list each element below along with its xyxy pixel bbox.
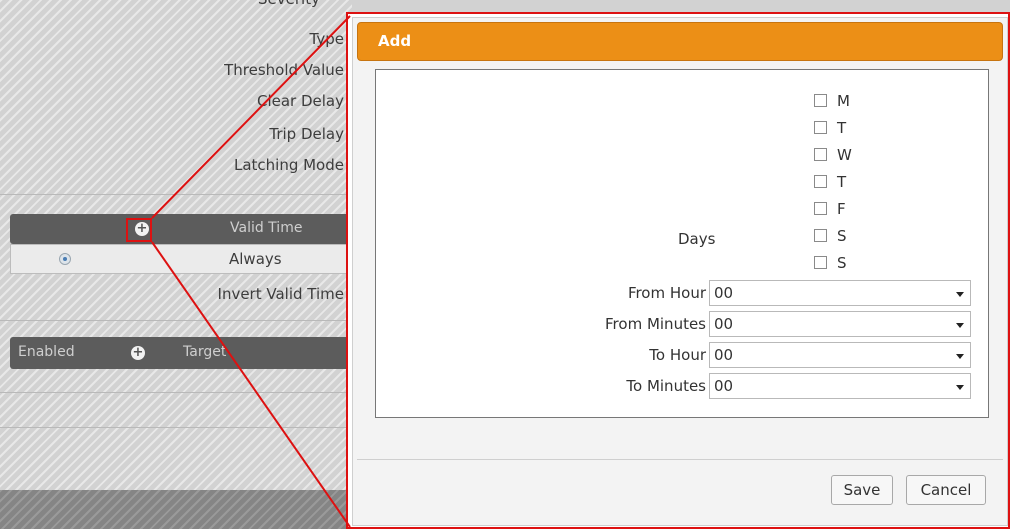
day-label: F	[837, 200, 846, 218]
to-hour-select[interactable]: 00	[709, 342, 971, 368]
latching-mode-label: Latching Mode	[233, 156, 344, 174]
divider	[0, 392, 352, 393]
add-target-icon[interactable]: +	[131, 346, 145, 360]
save-button[interactable]: Save	[831, 475, 893, 505]
day-label: W	[837, 146, 852, 164]
from-minutes-select[interactable]: 00	[709, 311, 971, 337]
highlight-box	[126, 218, 152, 242]
severity-label: Severity	[258, 0, 320, 8]
target-header-bar: Enabled + Target	[10, 337, 352, 369]
enabled-header: Enabled	[18, 344, 75, 360]
day-label: S	[837, 254, 847, 272]
divider	[0, 194, 352, 195]
from-minutes-value: 00	[714, 315, 734, 333]
chevron-down-icon	[956, 292, 964, 297]
to-minutes-label: To Minutes	[626, 377, 706, 395]
friday-checkbox[interactable]	[814, 202, 827, 215]
cancel-button[interactable]: Cancel	[906, 475, 986, 505]
days-label: Days	[678, 230, 716, 248]
from-hour-select[interactable]: 00	[709, 280, 971, 306]
clear-delay-label: Clear Delay	[256, 92, 344, 110]
invert-valid-time-label: Invert Valid Time	[217, 285, 344, 303]
target-header: Target	[183, 344, 227, 360]
day-label: T	[837, 119, 847, 137]
chevron-down-icon	[956, 385, 964, 390]
trip-delay-label: Trip Delay	[269, 125, 344, 143]
chevron-down-icon	[956, 354, 964, 359]
always-row[interactable]: Always	[10, 244, 352, 274]
add-dialog: Add Days M T W T F S S From Hour 00 From…	[352, 17, 1008, 526]
dialog-title: Add	[357, 22, 1003, 61]
divider	[0, 320, 352, 321]
day-label: M	[837, 92, 850, 110]
day-label: T	[837, 173, 847, 191]
to-hour-value: 00	[714, 346, 734, 364]
from-hour-label: From Hour	[627, 284, 706, 302]
to-minutes-select[interactable]: 00	[709, 373, 971, 399]
threshold-value-label: Threshold Value	[224, 61, 344, 79]
sunday-checkbox[interactable]	[814, 256, 827, 269]
monday-checkbox[interactable]	[814, 94, 827, 107]
day-label: S	[837, 227, 847, 245]
divider	[0, 427, 352, 428]
background-footer	[0, 490, 352, 529]
valid-time-header-bar: + Valid Time	[10, 214, 352, 244]
thursday-checkbox[interactable]	[814, 175, 827, 188]
from-hour-value: 00	[714, 284, 734, 302]
saturday-checkbox[interactable]	[814, 229, 827, 242]
tuesday-checkbox[interactable]	[814, 121, 827, 134]
type-label: Type	[309, 30, 344, 48]
always-label: Always	[229, 250, 282, 268]
form-box: Days M T W T F S S From Hour 00 From Min…	[375, 69, 989, 418]
from-minutes-label: From Minutes	[605, 315, 706, 333]
dialog-divider	[357, 459, 1003, 460]
chevron-down-icon	[956, 323, 964, 328]
to-minutes-value: 00	[714, 377, 734, 395]
wednesday-checkbox[interactable]	[814, 148, 827, 161]
to-hour-label: To Hour	[649, 346, 706, 364]
valid-time-header: Valid Time	[230, 220, 303, 236]
always-radio[interactable]	[59, 253, 71, 265]
